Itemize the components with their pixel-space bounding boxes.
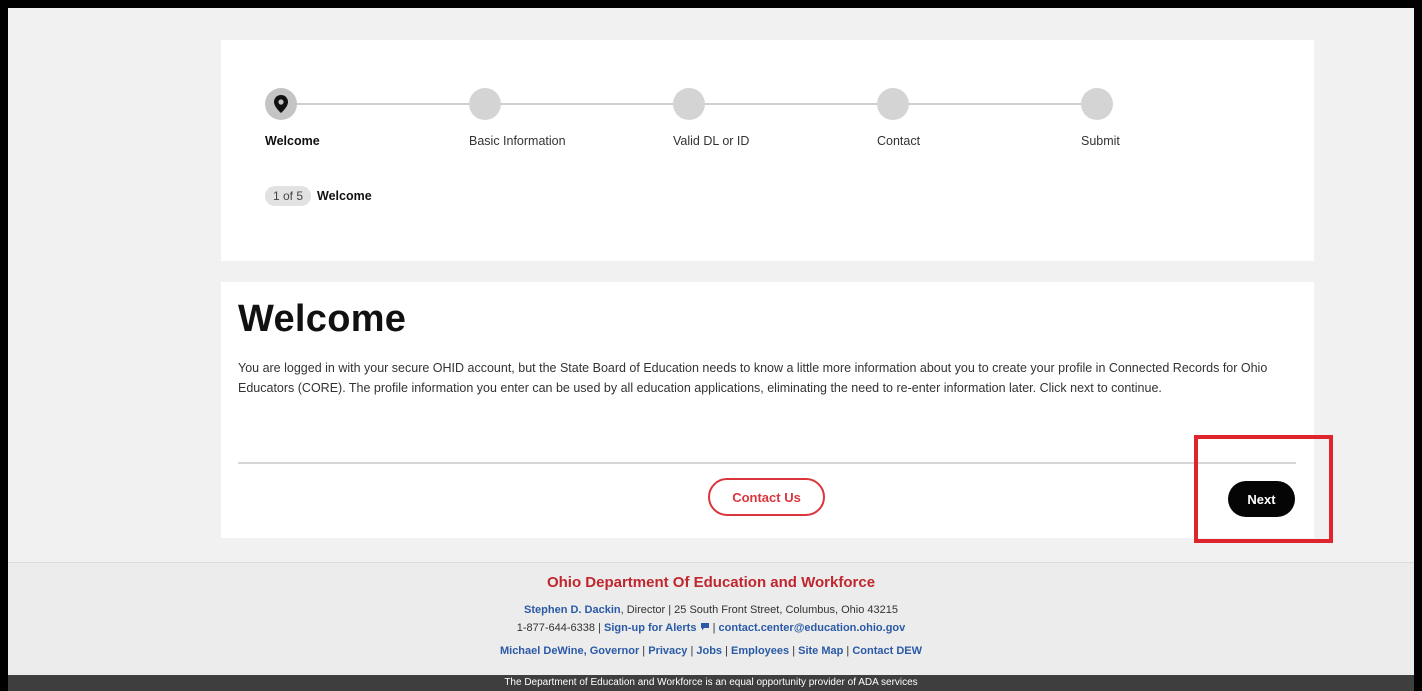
current-step-title: Welcome (317, 189, 372, 203)
phone-text: 1-877-644-6338 | (516, 622, 604, 634)
chat-bubble-icon (700, 623, 709, 631)
employees-link[interactable]: Employees (731, 645, 789, 657)
site-footer: Ohio Department Of Education and Workfor… (8, 562, 1414, 691)
contact-us-button[interactable]: Contact Us (708, 478, 825, 516)
step-label-welcome: Welcome (265, 134, 320, 148)
privacy-link[interactable]: Privacy (648, 645, 687, 657)
site-map-link[interactable]: Site Map (798, 645, 843, 657)
footer-links-line: Michael DeWine, Governor | Privacy | Job… (8, 645, 1414, 657)
step-2-indicator (469, 88, 501, 120)
equal-opportunity-bar: The Department of Education and Workforc… (8, 675, 1414, 691)
step-1-indicator (265, 88, 297, 120)
governor-link[interactable]: Michael DeWine, Governor (500, 645, 639, 657)
welcome-description: You are logged in with your secure OHID … (238, 361, 1268, 395)
browser-viewport: Welcome Basic Information Valid DL or ID… (8, 8, 1414, 691)
step-label-contact: Contact (877, 134, 921, 148)
step-label-basic-information: Basic Information (469, 134, 566, 148)
step-label-submit: Submit (1081, 134, 1120, 148)
separator: | (639, 645, 649, 657)
footer-org-name: Ohio Department Of Education and Workfor… (546, 574, 876, 591)
separator: | (789, 645, 799, 657)
footer-contact-line: 1-877-644-6338 | Sign-up for Alerts | co… (8, 622, 1414, 634)
page-title: Welcome (238, 298, 407, 340)
email-link[interactable]: contact.center@education.ohio.gov (719, 622, 906, 634)
director-link[interactable]: Stephen D. Dackin (524, 604, 621, 616)
progress-stepper-card: Welcome Basic Information Valid DL or ID… (221, 40, 1314, 261)
map-pin-icon (274, 95, 288, 113)
jobs-link[interactable]: Jobs (696, 645, 722, 657)
separator: | (709, 622, 719, 634)
step-5-indicator (1081, 88, 1113, 120)
step-3-indicator (673, 88, 705, 120)
divider (238, 462, 1296, 464)
step-4-indicator (877, 88, 909, 120)
address-text: , Director | 25 South Front Street, Colu… (620, 604, 898, 616)
alerts-signup-link[interactable]: Sign-up for Alerts (604, 622, 696, 634)
separator: | (843, 645, 853, 657)
welcome-card: Welcome You are logged in with your secu… (221, 282, 1314, 538)
step-counter-badge: 1 of 5 (265, 186, 312, 206)
footer-address-line: Stephen D. Dackin, Director | 25 South F… (8, 604, 1414, 616)
contact-dew-link[interactable]: Contact DEW (852, 645, 922, 657)
step-label-valid-dl-or-id: Valid DL or ID (673, 134, 750, 148)
next-button[interactable]: Next (1228, 481, 1295, 517)
separator: | (722, 645, 732, 657)
